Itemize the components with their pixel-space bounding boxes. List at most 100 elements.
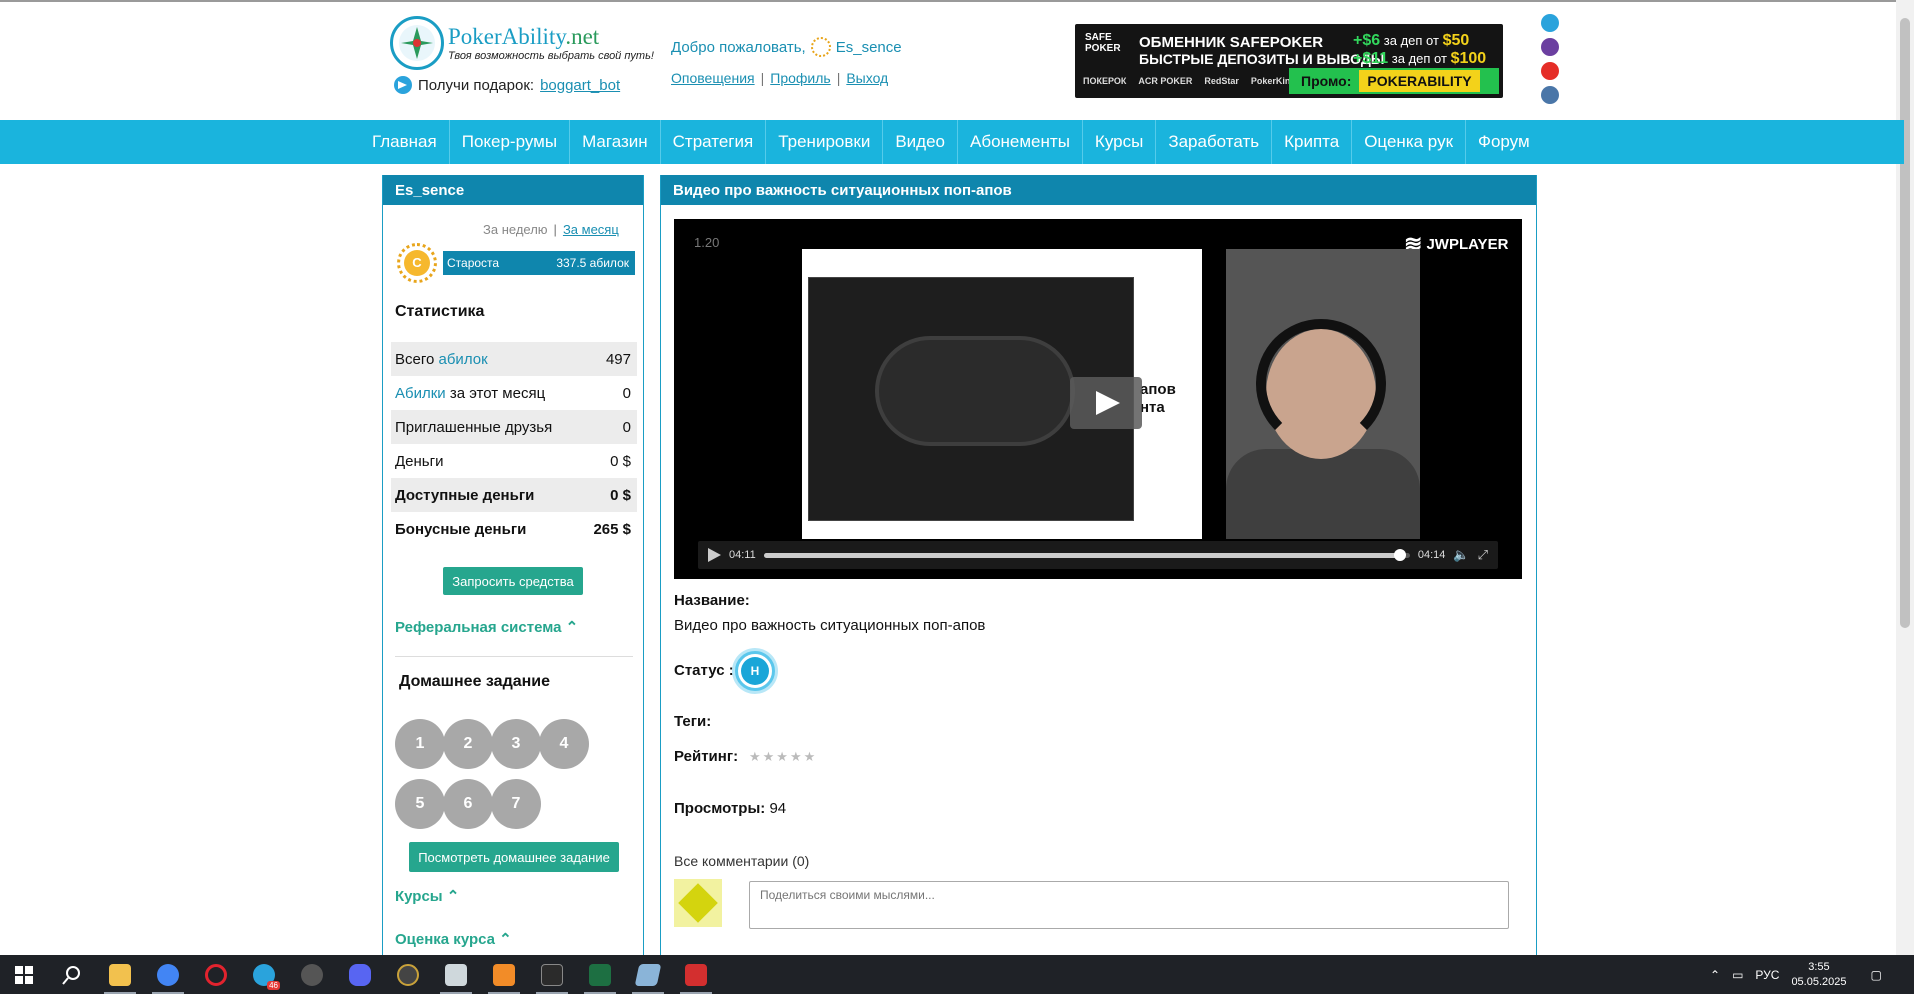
search-icon[interactable] xyxy=(48,955,96,994)
stat-row-month: Абилки за этот месяц 0 xyxy=(395,384,631,402)
app-n-icon[interactable] xyxy=(528,955,576,994)
safepoker-banner[interactable]: SAFE POKER ОБМЕННИК SAFEPOKER БЫСТРЫЕ ДЕ… xyxy=(1075,24,1503,98)
stat-row-bonus: Бонусные деньги 265 $ xyxy=(395,520,631,538)
homework-5[interactable]: 5 xyxy=(395,779,445,829)
homework-1[interactable]: 1 xyxy=(395,719,445,769)
period-week[interactable]: За неделю xyxy=(483,222,548,237)
welcome-message: Добро пожаловать, Es_sence xyxy=(671,37,902,57)
courses-toggle[interactable]: Курсы ⌃ xyxy=(395,887,459,905)
course-rating-toggle[interactable]: Оценка курса ⌃ xyxy=(395,930,512,948)
chevron-up-icon[interactable]: ⌃ xyxy=(1710,968,1720,982)
vk-icon[interactable] xyxy=(1541,86,1559,104)
volume-icon[interactable]: 🔈 xyxy=(1453,547,1469,563)
telegram-icon xyxy=(394,76,412,94)
fullscreen-icon[interactable]: ⤢ xyxy=(1478,547,1488,563)
progress-knob[interactable] xyxy=(1394,548,1407,561)
homework-6[interactable]: 6 xyxy=(443,779,493,829)
nav-crypto[interactable]: Крипта xyxy=(1272,120,1353,164)
homework-7[interactable]: 7 xyxy=(491,779,541,829)
view-homework-button[interactable]: Посмотреть домашнее задание xyxy=(409,842,619,872)
system-tray: ⌃ ▭ РУС 3:55 05.05.2025 ▢ xyxy=(1710,955,1882,994)
windows-taskbar: 46 xyxy=(0,955,1914,994)
banner-room: ACR POKER xyxy=(1138,76,1193,86)
homework-title: Домашнее задание xyxy=(399,673,551,690)
language-indicator[interactable]: РУС xyxy=(1755,968,1779,982)
nav-subscriptions[interactable]: Абонементы xyxy=(958,120,1083,164)
nav-earn[interactable]: Заработать xyxy=(1156,120,1273,164)
nav-home[interactable]: Главная xyxy=(360,120,450,164)
logout-link[interactable]: Выход xyxy=(846,70,888,86)
scroll-thumb[interactable] xyxy=(1900,18,1910,628)
chrome-icon[interactable] xyxy=(144,955,192,994)
play-overlay-icon[interactable] xyxy=(1070,377,1142,429)
period-switch: За неделю | За месяц xyxy=(483,222,619,237)
nav-shop[interactable]: Магазин xyxy=(570,120,661,164)
homework-2[interactable]: 2 xyxy=(443,719,493,769)
notifications-link[interactable]: Оповещения xyxy=(671,70,755,86)
gift-bot-link[interactable]: boggart_bot xyxy=(540,77,620,94)
current-time: 04:11 xyxy=(729,549,756,561)
stat-value: 0 $ xyxy=(610,452,631,470)
file-explorer-icon[interactable] xyxy=(96,955,144,994)
header-username[interactable]: Es_sence xyxy=(836,39,902,56)
nav-courses[interactable]: Курсы xyxy=(1083,120,1157,164)
twitch-icon[interactable] xyxy=(1541,38,1559,56)
opera-icon[interactable] xyxy=(192,955,240,994)
nav-forum[interactable]: Форум xyxy=(1466,120,1542,164)
abilki-link[interactable]: абилок xyxy=(439,351,488,368)
poker-table-icon xyxy=(875,336,1075,446)
referral-toggle[interactable]: Реферальная система ⌃ xyxy=(395,618,578,636)
logo-emblem-icon xyxy=(390,16,444,70)
progress-fill xyxy=(763,552,1401,558)
nav-strategy[interactable]: Стратегия xyxy=(661,120,767,164)
logo-domain: .net xyxy=(565,24,600,49)
nav-trainings[interactable]: Тренировки xyxy=(766,120,884,164)
play-icon[interactable] xyxy=(708,548,721,562)
telegram-icon[interactable] xyxy=(1541,14,1559,32)
abilki-month-link[interactable]: Абилки xyxy=(395,385,446,402)
rating-stars[interactable]: ★★★★★ xyxy=(749,749,817,765)
nav-video[interactable]: Видео xyxy=(883,120,958,164)
logo-subtitle: Твоя возможность выбрать свой путь! xyxy=(448,50,654,62)
nav-poker-rooms[interactable]: Покер-румы xyxy=(450,120,571,164)
sidebar-title: Es_sence xyxy=(383,175,643,205)
app-red-icon[interactable] xyxy=(672,955,720,994)
obs-icon[interactable] xyxy=(288,955,336,994)
homework-3[interactable]: 3 xyxy=(491,719,541,769)
user-links: Оповещения | Профиль | Выход xyxy=(671,70,889,86)
start-icon[interactable] xyxy=(0,955,48,994)
app-orange-icon[interactable] xyxy=(480,955,528,994)
gift-promo: Получи подарок: boggart_bot xyxy=(394,76,620,94)
banner-room: RedStar xyxy=(1204,76,1239,86)
name-value: Видео про важность ситуационных поп-апов xyxy=(674,617,986,634)
telegram-taskbar-icon[interactable]: 46 xyxy=(240,955,288,994)
site-logo[interactable]: PokerAbility.net Твоя возможность выбрат… xyxy=(390,16,654,72)
comment-input[interactable] xyxy=(749,881,1509,929)
notification-icon[interactable]: ▢ xyxy=(1871,968,1882,982)
nav-hand-review[interactable]: Оценка рук xyxy=(1352,120,1467,164)
progress-slider[interactable] xyxy=(763,548,1410,561)
video-player[interactable]: 1.20 ≋ JWPLAYER апов нта 04:11 04:14 🔈 ⤢ xyxy=(674,219,1522,579)
promo-code: POKERABILITY xyxy=(1359,70,1480,92)
homework-4[interactable]: 4 xyxy=(539,719,589,769)
stat-row-friends: Приглашенные друзья 0 xyxy=(391,410,637,444)
period-month[interactable]: За месяц xyxy=(563,222,619,237)
discord-icon[interactable] xyxy=(336,955,384,994)
youtube-icon[interactable] xyxy=(1541,62,1559,80)
banner-bonus-2: +$11 за деп от $100 xyxy=(1353,50,1487,67)
app-blue-icon[interactable] xyxy=(624,955,672,994)
stat-value: 0 $ xyxy=(610,486,631,504)
profile-link[interactable]: Профиль xyxy=(770,70,830,86)
stat-row-money: Деньги 0 $ xyxy=(395,452,631,470)
gift-text: Получи подарок: xyxy=(418,76,535,94)
app-hand-icon[interactable] xyxy=(384,955,432,994)
headphones-icon xyxy=(1256,319,1386,449)
app-window-icon[interactable] xyxy=(432,955,480,994)
network-icon[interactable]: ▭ xyxy=(1732,968,1743,982)
excel-icon[interactable] xyxy=(576,955,624,994)
banner-bonus-1: +$6 за деп от $50 xyxy=(1353,32,1470,49)
withdraw-button[interactable]: Запросить средства xyxy=(443,567,583,595)
rank-name: Староста xyxy=(447,256,500,270)
clock[interactable]: 3:55 05.05.2025 xyxy=(1791,960,1846,990)
main-nav: Главная Покер-румы Магазин Стратегия Тре… xyxy=(0,120,1904,164)
